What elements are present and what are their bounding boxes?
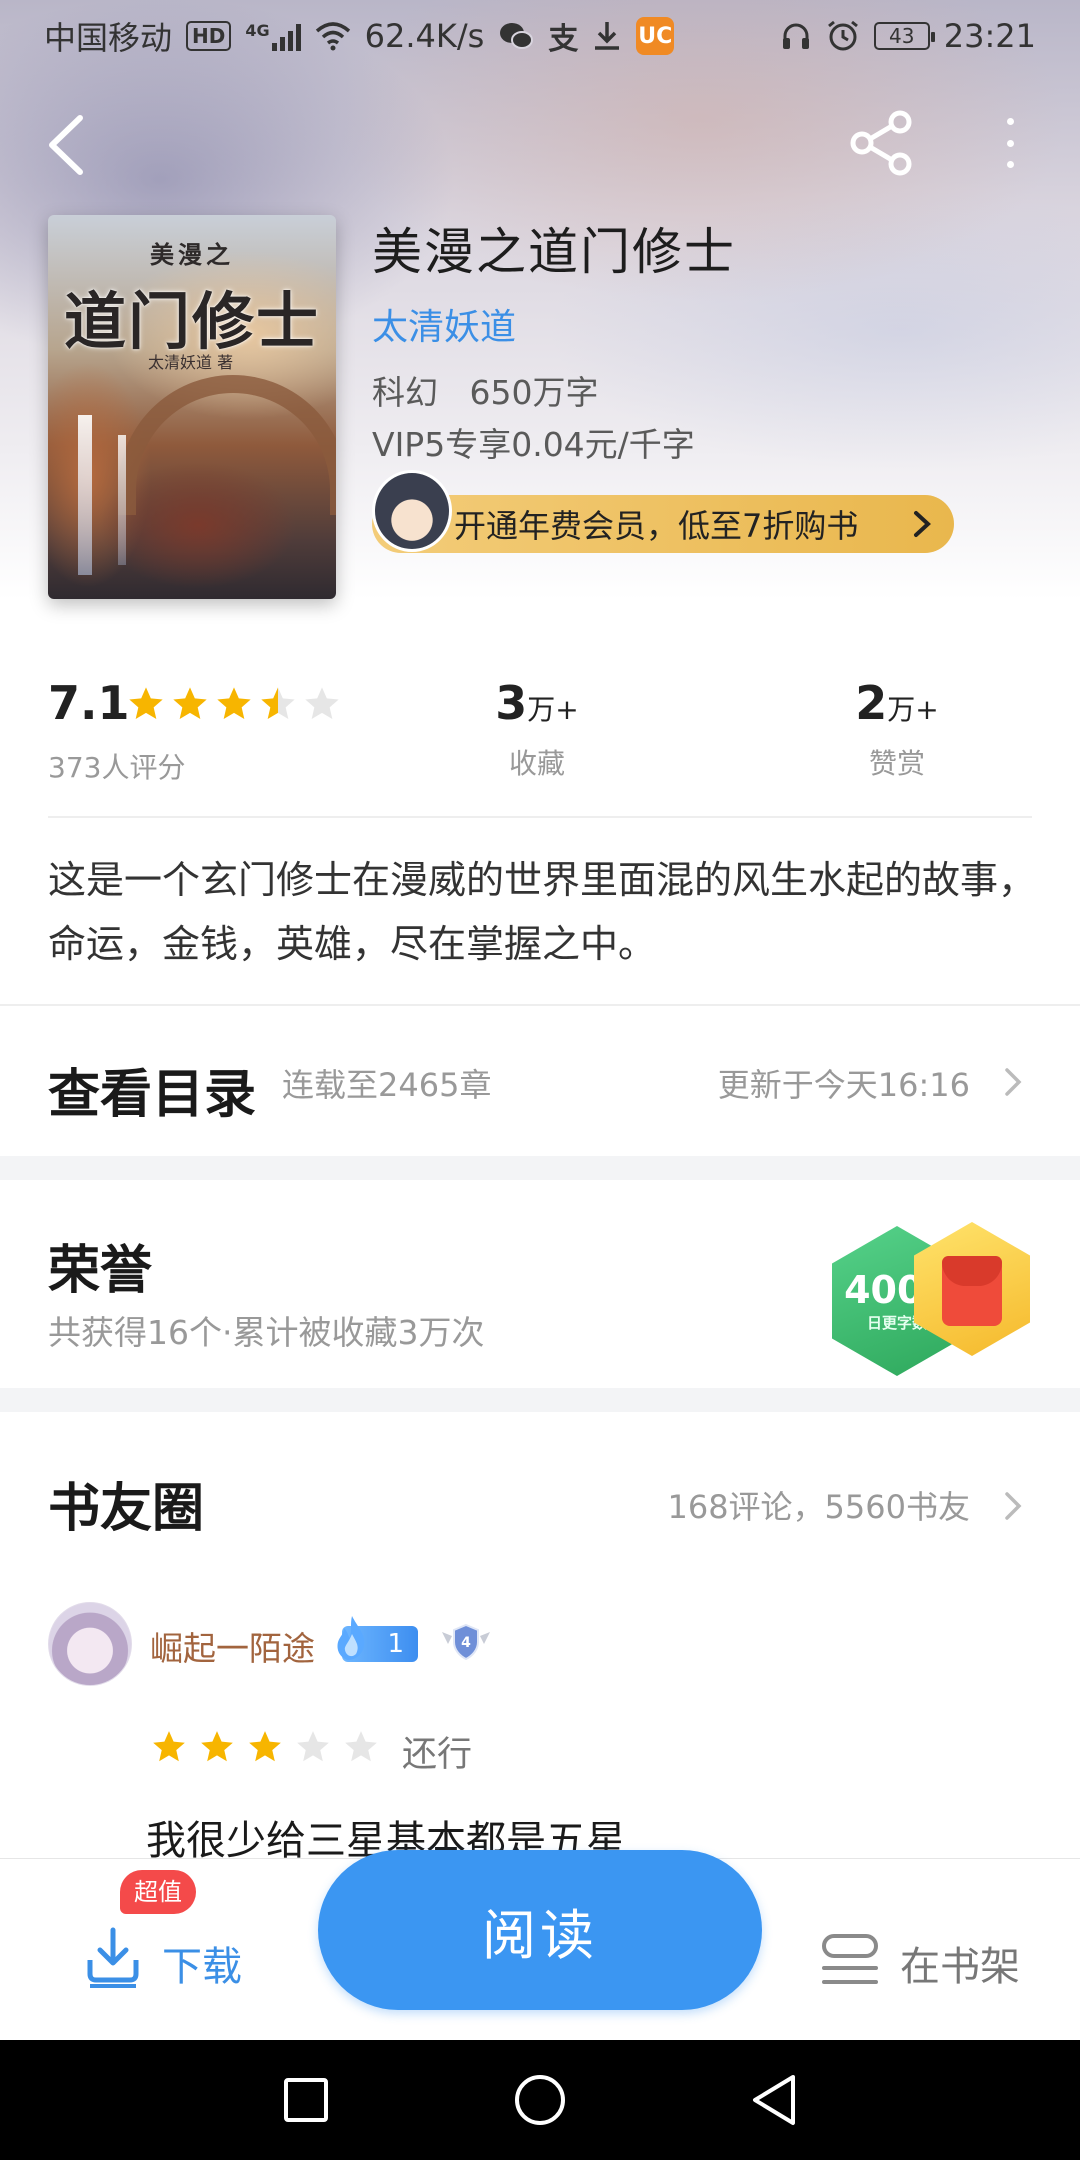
home-icon[interactable] <box>512 2072 568 2128</box>
tips-count: 2 <box>855 676 888 730</box>
catalog-status: 连载至2465章 <box>282 1066 492 1104</box>
shield-icon: 4 <box>442 1623 490 1661</box>
download-status-icon <box>595 22 620 50</box>
read-button[interactable]: 阅读 <box>318 1850 762 2010</box>
status-bar: 中国移动 HD 4G 62.4K/s 支 UC 43 23:21 <box>0 0 1080 72</box>
carrier-label: 中国移动 <box>44 19 173 57</box>
download-label: 下载 <box>162 1944 242 1990</box>
divider <box>48 816 1032 818</box>
system-navigation-bar <box>0 2040 1080 2160</box>
wechat-icon <box>500 23 534 49</box>
battery-icon: 43 <box>873 22 935 50</box>
fan-level-number: 1 <box>387 1629 404 1659</box>
author-link[interactable]: 太清妖道 <box>372 298 516 350</box>
wifi-icon <box>315 22 350 51</box>
cover-art-waterfall <box>118 435 126 565</box>
back-arrow-icon[interactable] <box>40 110 100 180</box>
cover-subtitle: 美漫之 <box>150 241 234 269</box>
star-icon <box>345 1731 377 1762</box>
honor-summary: 共获得16个·累计被收藏3万次 <box>48 1313 485 1352</box>
cover-title: 道门修士 <box>63 285 320 358</box>
bookshelf-button[interactable]: 在书架 <box>820 1924 1040 2004</box>
star-icon <box>129 687 163 719</box>
status-right: 43 23:21 <box>780 17 1036 55</box>
chevron-right-icon <box>914 511 931 537</box>
signal-icon: 4G <box>245 21 301 51</box>
download-icon <box>87 1927 139 1988</box>
bookshelf-label: 在书架 <box>900 1944 1020 1990</box>
book-detail-page: 中国移动 HD 4G 62.4K/s 支 UC 43 23:21 美漫之 道门修… <box>0 0 1080 2160</box>
tips-unit: 万+ <box>887 693 939 726</box>
rating-stars <box>126 684 342 724</box>
status-left: 中国移动 HD 4G 62.4K/s 支 UC <box>44 13 675 59</box>
star-icon <box>297 1731 329 1762</box>
more-options-icon[interactable] <box>990 108 1030 178</box>
bookshelf-icon <box>822 1934 878 1984</box>
flame-icon <box>337 1616 365 1660</box>
hd-badge: HD <box>186 21 232 51</box>
tips-label: 赞赏 <box>868 747 925 780</box>
star-icon <box>217 687 251 719</box>
catalog-updated: 更新于今天16:16 <box>717 1066 970 1104</box>
avatar[interactable] <box>48 1602 132 1686</box>
deal-badge: 超值 <box>120 1870 196 1914</box>
circle-summary: 168评论，5560书友 <box>667 1488 970 1526</box>
download-button[interactable]: 下载 <box>84 1924 264 2004</box>
rating-score: 7.1 <box>48 676 130 730</box>
favorites-stat: 3万+ 收藏 <box>462 676 612 782</box>
book-cover[interactable]: 美漫之 道门修士 太清妖道 著 <box>48 215 336 599</box>
cover-art-waterfall <box>78 415 92 575</box>
vip-banner-text: 开通年费会员，低至7折购书 <box>454 507 859 545</box>
cover-author: 太清妖道 著 <box>148 353 234 372</box>
back-icon[interactable] <box>749 2073 799 2127</box>
star-icon <box>153 1731 185 1762</box>
vip-membership-banner[interactable]: 开通年费会员，低至7折购书 <box>372 495 954 553</box>
network-speed: 62.4K/s <box>364 17 485 55</box>
circle-title: 书友圈 <box>48 1478 205 1539</box>
divider <box>0 1004 1080 1006</box>
honor-title: 荣誉 <box>48 1240 153 1301</box>
recent-apps-icon[interactable] <box>281 2075 331 2125</box>
star-icon <box>173 687 207 719</box>
shield-level-text: 4 <box>461 1635 471 1651</box>
book-intro[interactable]: 这是一个玄门修士在漫威的世界里面混的风生水起的故事，命运，金钱，英雄，尽在掌握之… <box>48 848 1038 976</box>
star-icon <box>261 687 295 719</box>
chevron-right-icon <box>1005 1492 1022 1520</box>
comment-rating-label: 还行 <box>402 1735 473 1775</box>
favorites-label: 收藏 <box>508 747 565 780</box>
star-icon <box>249 1731 281 1762</box>
section-separator <box>0 1156 1080 1180</box>
comment-username[interactable]: 崛起一陌途 <box>150 1622 315 1670</box>
alipay-icon: 支 <box>548 22 579 57</box>
network-label: 4G <box>245 21 270 40</box>
star-icon <box>305 687 339 719</box>
book-genre-wordcount: 科幻 650万字 <box>372 373 599 412</box>
favorites-count: 3 <box>495 676 528 730</box>
share-icon[interactable] <box>846 108 916 178</box>
cover-art-arch <box>118 375 336 515</box>
star-icon <box>201 1731 233 1762</box>
favorites-unit: 万+ <box>527 693 579 726</box>
battery-level: 43 <box>889 24 915 48</box>
book-price: VIP5专享0.04元/千字 <box>372 425 695 464</box>
vip-mascot-avatar <box>372 470 452 552</box>
headphones-icon <box>782 23 809 49</box>
uc-browser-icon: UC <box>636 17 675 55</box>
chevron-right-icon <box>1005 1068 1022 1096</box>
tips-stat: 2万+ 赞赏 <box>822 676 972 782</box>
clock: 23:21 <box>943 17 1036 55</box>
alarm-icon <box>827 20 858 51</box>
rating-count: 373人评分 <box>48 751 186 784</box>
section-separator <box>0 1388 1080 1412</box>
book-title: 美漫之道门修士 <box>372 223 736 281</box>
comment-rating-stars <box>150 1728 380 1766</box>
catalog-title: 查看目录 <box>48 1064 257 1125</box>
